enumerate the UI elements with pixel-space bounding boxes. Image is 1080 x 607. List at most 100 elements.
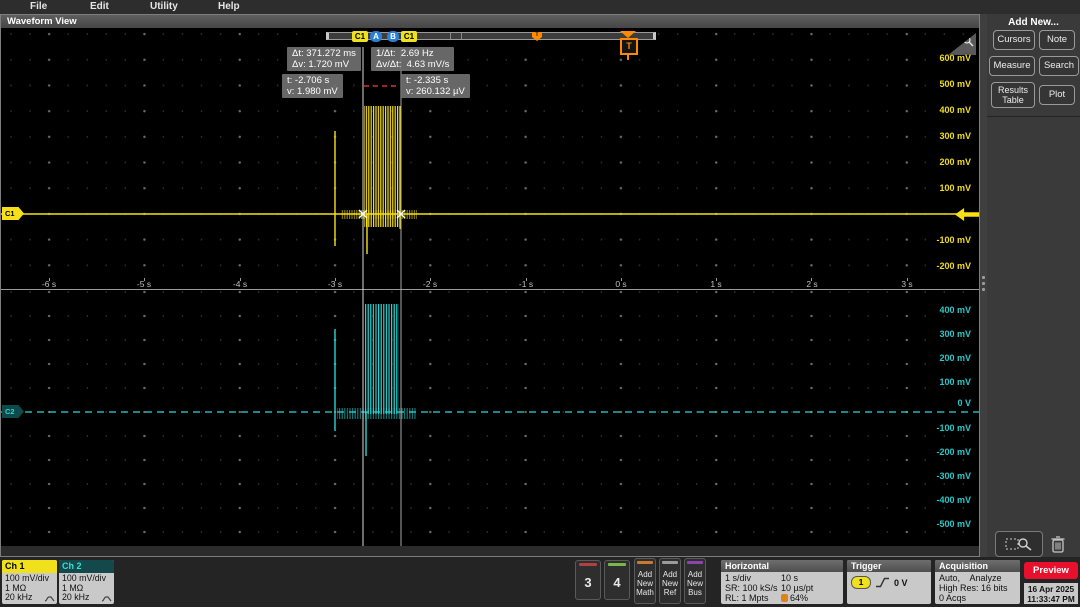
drag-handle-dot — [982, 276, 985, 279]
ch2-axis-label: -100 mV — [936, 423, 971, 433]
drag-handle-dot — [982, 288, 985, 291]
zoom-mode-button[interactable] — [995, 531, 1043, 557]
time: 11:33:47 PM — [1027, 594, 1075, 604]
cursor-a-readout: t: -2.706 s v: 1.980 mV — [282, 74, 343, 98]
ch1-axis-label: 400 mV — [939, 105, 971, 115]
add-cursors-button[interactable]: Cursors — [993, 30, 1035, 50]
waveform-traces — [1, 47, 979, 546]
add-results-table-button[interactable]: Results Table — [991, 82, 1035, 108]
overview-cursor-tick — [450, 33, 452, 39]
trigger-level: 0 V — [894, 577, 908, 588]
trigger-header: Trigger — [847, 560, 931, 572]
add-new-math-button[interactable]: Add New Math — [634, 558, 656, 604]
ch3-button[interactable]: 3 — [575, 560, 601, 600]
panel-separator — [987, 116, 1080, 117]
add-search-button[interactable]: Search — [1039, 56, 1079, 76]
menu-help[interactable]: Help — [218, 1, 240, 12]
ch3-label: 3 — [584, 575, 592, 590]
ch2-axis-label: 300 mV — [939, 329, 971, 339]
ch2-axis-label: -200 mV — [936, 447, 971, 457]
horizontal-sample-rate: SR: 100 kS/s — [725, 583, 778, 593]
cursor-badge-c1-b[interactable]: C1 — [401, 31, 417, 42]
menu-bar: File Edit Utility Help — [0, 0, 1080, 14]
trash-button[interactable] — [1047, 533, 1069, 555]
ch2-name: Ch 2 — [59, 560, 114, 573]
date: 16 Apr 2025 — [1027, 584, 1075, 594]
acquisition-panel[interactable]: Acquisition Auto, Analyze High Res: 16 b… — [935, 560, 1020, 604]
ch2-axis-label: -500 mV — [936, 519, 971, 529]
horizontal-duration: 10 s — [781, 573, 799, 583]
waveform-view-window: Waveform View -6 s -5 s -4 s -3 s -2 s -… — [0, 14, 980, 557]
acquisition-header: Acquisition — [935, 560, 1020, 572]
ch4-button[interactable]: 4 — [604, 560, 630, 600]
waveform-footer — [1, 546, 979, 556]
cursor-badge-c1-a[interactable]: C1 — [352, 31, 368, 42]
cursor-delta-readout: Δt: 371.272 ms Δv: 1.720 mV — [287, 47, 361, 71]
menu-edit[interactable]: Edit — [90, 1, 109, 12]
horizontal-compression: 64% — [790, 593, 809, 603]
ch1-axis-label: 600 mV — [939, 53, 971, 63]
add-new-bus-button[interactable]: Add New Bus — [684, 558, 706, 604]
cursor-b-readout: t: -2.335 s v: 260.132 µV — [401, 74, 470, 98]
menu-file[interactable]: File — [30, 1, 47, 12]
ch2-trace — [1, 304, 979, 456]
add-plot-button[interactable]: Plot — [1039, 85, 1075, 105]
cursor-badge-a[interactable]: A — [370, 31, 382, 42]
compression-icon — [781, 594, 788, 602]
overview-cursor-tick — [461, 33, 463, 39]
trigger-flag-stem — [627, 55, 629, 60]
add-ref-label: Add New Ref — [661, 570, 678, 597]
ch1-trace — [1, 106, 979, 254]
add-measure-button[interactable]: Measure — [989, 56, 1035, 76]
drag-handle-dot — [982, 282, 985, 285]
bandwidth-limit-icon — [101, 596, 112, 602]
add-new-panel: Add New... Cursors Note Measure Search R… — [987, 14, 1080, 557]
trigger-source-badge: 1 — [851, 576, 871, 589]
trigger-panel[interactable]: Trigger 1 0 V — [847, 560, 931, 604]
acquisition-count: 0 Acqs — [939, 593, 967, 603]
trigger-flag-label: T — [620, 38, 638, 55]
date-time-display: 16 Apr 2025 11:33:47 PM — [1024, 583, 1078, 604]
cursor-badge-b[interactable]: B — [387, 31, 399, 42]
ch2-axis-label: 200 mV — [939, 353, 971, 363]
overview-trigger-marker[interactable]: T — [532, 32, 542, 41]
add-math-label: Add New Math — [636, 570, 654, 597]
horizontal-sample-period: 10 µs/pt — [781, 583, 814, 593]
ch2-axis-label: -300 mV — [936, 471, 971, 481]
ch2-badge[interactable]: Ch 2 100 mV/div 1 MΩ 20 kHz — [59, 560, 114, 604]
bandwidth-limit-icon — [44, 596, 55, 602]
acquisition-mode: Auto, Analyze — [939, 573, 1002, 583]
panel-splitter[interactable] — [980, 14, 987, 557]
add-new-ref-button[interactable]: Add New Ref — [659, 558, 681, 604]
trigger-position-flag[interactable]: T — [619, 31, 638, 63]
add-bus-label: Add New Bus — [686, 570, 703, 597]
zoom-box-magnifier-icon — [1005, 538, 1032, 551]
horizontal-panel[interactable]: Horizontal 1 s/div SR: 100 kS/s RL: 1 Mp… — [721, 560, 843, 604]
ch1-axis-label: 300 mV — [939, 131, 971, 141]
ch1-axis-label: 500 mV — [939, 79, 971, 89]
ch2-axis-label: 100 mV — [939, 377, 971, 387]
horizontal-header: Horizontal — [721, 560, 843, 572]
acquisition-resolution: High Res: 16 bits — [939, 583, 1008, 593]
horizontal-scale: 1 s/div — [725, 573, 752, 583]
rising-edge-icon — [876, 577, 889, 588]
ch2-axis-label: 400 mV — [939, 305, 971, 315]
oscilloscope-app: File Edit Utility Help Waveform View -6 … — [0, 0, 1080, 607]
add-note-button[interactable]: Note — [1039, 30, 1075, 50]
waveform-view-title: Waveform View — [1, 15, 979, 28]
add-new-header: Add New... — [1008, 17, 1059, 28]
ch1-badge[interactable]: Ch 1 100 mV/div 1 MΩ 20 kHz — [2, 560, 57, 604]
trash-icon — [1051, 535, 1065, 553]
ch1-axis-label: -100 mV — [936, 235, 971, 245]
ch1-axis-label: 200 mV — [939, 157, 971, 167]
ch1-axis-label: -200 mV — [936, 261, 971, 271]
horizontal-record-length: RL: 1 Mpts — [725, 593, 769, 603]
ch4-label: 4 — [613, 575, 621, 590]
trigger-arrow-icon — [620, 31, 636, 38]
cursor-rate-readout: 1/Δt: 2.69 Hz Δv/Δt: 4.63 mV/s — [371, 47, 455, 71]
bottom-status-bar: Ch 1 100 mV/div 1 MΩ 20 kHz Ch 2 100 mV/… — [0, 557, 1080, 607]
ch2-axis-label: -400 mV — [936, 495, 971, 505]
ch1-axis-label: 100 mV — [939, 183, 971, 193]
preview-button[interactable]: Preview — [1024, 562, 1078, 579]
menu-utility[interactable]: Utility — [150, 1, 178, 12]
